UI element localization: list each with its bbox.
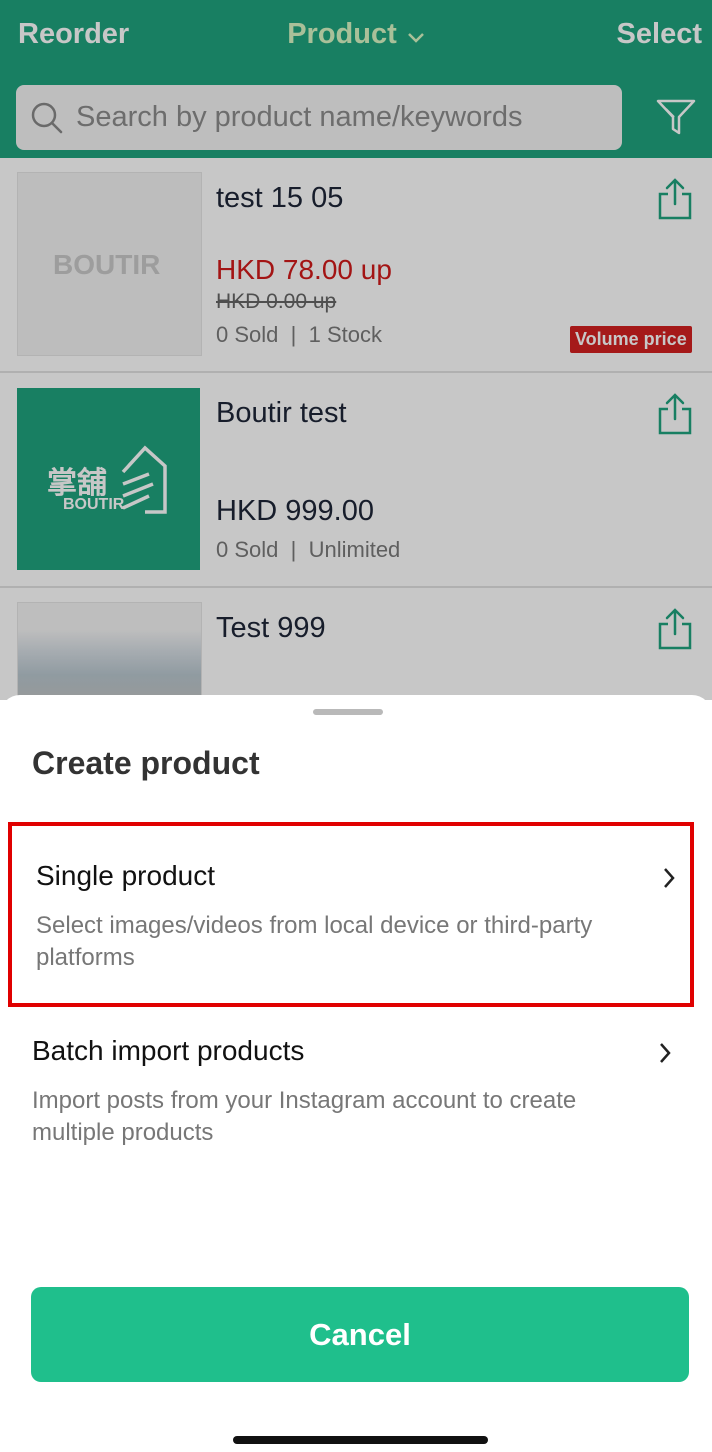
batch-import-option[interactable]: Batch import products Import posts from …	[8, 1017, 694, 1167]
sheet-title: Create product	[32, 745, 260, 781]
home-indicator[interactable]	[233, 1436, 488, 1444]
modal-backdrop[interactable]	[0, 0, 712, 700]
single-product-option[interactable]: Single product Select images/videos from…	[8, 822, 694, 1007]
sheet-drag-handle[interactable]	[313, 709, 383, 715]
create-product-sheet: Create product Single product Select ima…	[0, 695, 712, 1452]
cancel-button[interactable]: Cancel	[31, 1287, 689, 1382]
option-title: Single product	[36, 860, 216, 891]
chevron-right-icon	[658, 1041, 672, 1070]
chevron-right-icon	[662, 866, 676, 895]
option-description: Import posts from your Instagram account…	[32, 1087, 577, 1146]
option-title: Batch import products	[32, 1035, 305, 1066]
option-description: Select images/videos from local device o…	[36, 912, 593, 971]
